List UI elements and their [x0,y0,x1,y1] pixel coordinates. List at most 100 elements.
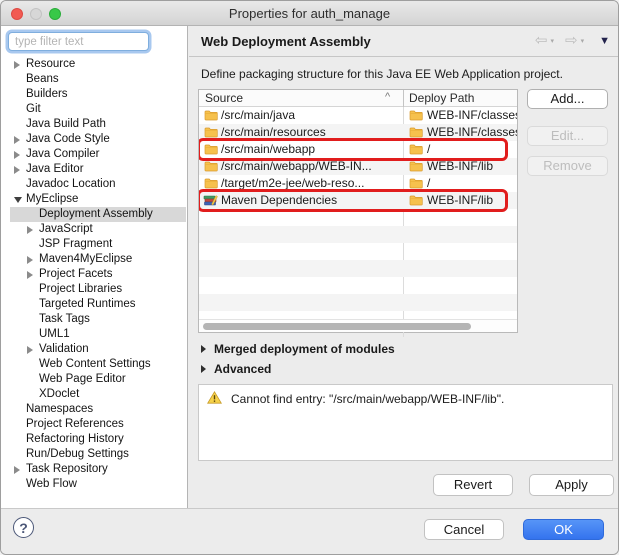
scrollbar-thumb[interactable] [203,323,471,330]
warning-icon [207,391,222,404]
table-rows: /src/main/java WEB-INF/classes /src/main… [199,107,517,320]
sidebar-item-label: Task Repository [26,463,108,475]
table-row[interactable]: /src/main/webapp / [199,141,517,158]
sidebar-item-resource[interactable]: Resource [10,57,187,72]
help-icon[interactable]: ? [13,517,34,538]
column-header-deploy-path[interactable]: Deploy Path [409,91,474,105]
remove-button[interactable]: Remove [527,156,608,176]
folder-icon [204,144,218,155]
sidebar-item-java-editor[interactable]: Java Editor [10,162,187,177]
chevron-collapsed-icon[interactable] [14,136,20,144]
chevron-collapsed-icon[interactable] [27,271,33,279]
sidebar-item-beans[interactable]: Beans [10,72,187,87]
table-row[interactable]: /src/main/webapp/WEB-IN... WEB-INF/lib [199,158,517,175]
sidebar-item-jsp-fragment[interactable]: JSP Fragment [10,237,187,252]
sidebar-item-java-code-style[interactable]: Java Code Style [10,132,187,147]
sidebar-item-web-content-settings[interactable]: Web Content Settings [10,357,187,372]
warning-message: Cannot find entry: "/src/main/webapp/WEB… [231,392,504,406]
sidebar-item-label: Java Editor [26,163,84,175]
column-header-source[interactable]: Source [205,91,243,105]
sidebar-item-label: Run/Debug Settings [26,448,129,460]
sidebar-item-task-repository[interactable]: Task Repository [10,462,187,477]
deploy-path-cell: WEB-INF/classes [427,107,517,124]
sidebar-tree: ResourceBeansBuildersGitJava Build PathJ… [1,57,187,507]
sidebar-item-xdoclet[interactable]: XDoclet [10,387,187,402]
sidebar-item-web-flow[interactable]: Web Flow [10,477,187,492]
sidebar-item-web-page-editor[interactable]: Web Page Editor [10,372,187,387]
chevron-collapsed-icon[interactable] [14,151,20,159]
sidebar-item-label: Task Tags [39,313,90,325]
apply-button[interactable]: Apply [529,474,614,496]
chevron-collapsed-icon[interactable] [14,61,20,69]
source-cell: /src/main/webapp [221,141,397,158]
titlebar: Properties for auth_manage [1,1,618,26]
sidebar-item-project-references[interactable]: Project References [10,417,187,432]
view-menu-icon[interactable]: ▼ [599,35,610,47]
deploy-path-cell: / [427,141,430,158]
filter-input[interactable] [8,32,149,51]
add-button[interactable]: Add... [527,89,608,109]
source-cell: Maven Dependencies [221,192,397,209]
sidebar-item-java-compiler[interactable]: Java Compiler [10,147,187,162]
section-label: Merged deployment of modules [214,342,395,356]
folder-icon [409,161,423,172]
sidebar-item-task-tags[interactable]: Task Tags [10,312,187,327]
cancel-button[interactable]: Cancel [424,519,504,540]
table-row[interactable]: /target/m2e-jee/web-reso... / [199,175,517,192]
folder-icon [409,144,423,155]
section-merged-deployment[interactable]: Merged deployment of modules [201,342,395,356]
sidebar-item-java-build-path[interactable]: Java Build Path [10,117,187,132]
sidebar-item-refactoring-history[interactable]: Refactoring History [10,432,187,447]
sidebar-item-uml1[interactable]: UML1 [10,327,187,342]
chevron-collapsed-icon[interactable] [201,365,206,373]
sidebar-item-builders[interactable]: Builders [10,87,187,102]
sidebar-item-label: Namespaces [26,403,93,415]
forward-arrow-icon[interactable]: ⇨ [565,33,578,49]
folder-icon [409,127,423,138]
forward-dropdown-icon[interactable]: ▾ [581,37,585,45]
sidebar-item-project-libraries[interactable]: Project Libraries [10,282,187,297]
sidebar-item-myeclipse[interactable]: MyEclipse [10,192,187,207]
ok-button[interactable]: OK [523,519,604,540]
folder-icon [204,178,218,189]
back-arrow-icon[interactable]: ⇦ [535,33,548,49]
chevron-collapsed-icon[interactable] [14,466,20,474]
chevron-collapsed-icon[interactable] [14,166,20,174]
table-row[interactable]: /src/main/java WEB-INF/classes [199,107,517,124]
table-row-empty [199,226,517,243]
chevron-collapsed-icon[interactable] [27,346,33,354]
sidebar-item-git[interactable]: Git [10,102,187,117]
sidebar-item-maven4myeclipse[interactable]: Maven4MyEclipse [10,252,187,267]
panel-header: Web Deployment Assembly ⇦ ▾ ⇨ ▾ ▼ [189,26,619,57]
chevron-collapsed-icon[interactable] [27,226,33,234]
sidebar-item-javadoc-location[interactable]: Javadoc Location [10,177,187,192]
sidebar-item-label: Web Content Settings [39,358,151,370]
revert-button[interactable]: Revert [433,474,513,496]
sidebar-item-namespaces[interactable]: Namespaces [10,402,187,417]
table-row[interactable]: Maven Dependencies WEB-INF/lib [199,192,517,209]
chevron-expanded-icon[interactable] [14,197,22,203]
source-cell: /src/main/java [221,107,397,124]
sort-ascending-icon[interactable]: ^ [385,91,390,103]
horizontal-scrollbar[interactable] [199,319,517,332]
section-advanced[interactable]: Advanced [201,362,271,376]
chevron-collapsed-icon[interactable] [27,256,33,264]
warning-panel: Cannot find entry: "/src/main/webapp/WEB… [198,384,613,461]
chevron-collapsed-icon[interactable] [201,345,206,353]
edit-button[interactable]: Edit... [527,126,608,146]
sidebar-item-project-facets[interactable]: Project Facets [10,267,187,282]
sidebar-item-label: Targeted Runtimes [39,298,136,310]
back-dropdown-icon[interactable]: ▾ [551,37,555,45]
table-row[interactable]: /src/main/resources WEB-INF/classes [199,124,517,141]
sidebar-item-validation[interactable]: Validation [10,342,187,357]
sidebar-item-run-debug-settings[interactable]: Run/Debug Settings [10,447,187,462]
sidebar-item-label: Resource [26,58,75,70]
sidebar-item-label: XDoclet [39,388,79,400]
folder-icon [204,127,218,138]
sidebar-item-label: Javadoc Location [26,178,116,190]
source-cell: /src/main/webapp/WEB-IN... [221,158,397,175]
sidebar-item-targeted-runtimes[interactable]: Targeted Runtimes [10,297,187,312]
sidebar-item-javascript[interactable]: JavaScript [10,222,187,237]
sidebar-item-deployment-assembly[interactable]: Deployment Assembly [10,207,186,222]
properties-dialog: Properties for auth_manage Resource Beans… [0,0,619,555]
